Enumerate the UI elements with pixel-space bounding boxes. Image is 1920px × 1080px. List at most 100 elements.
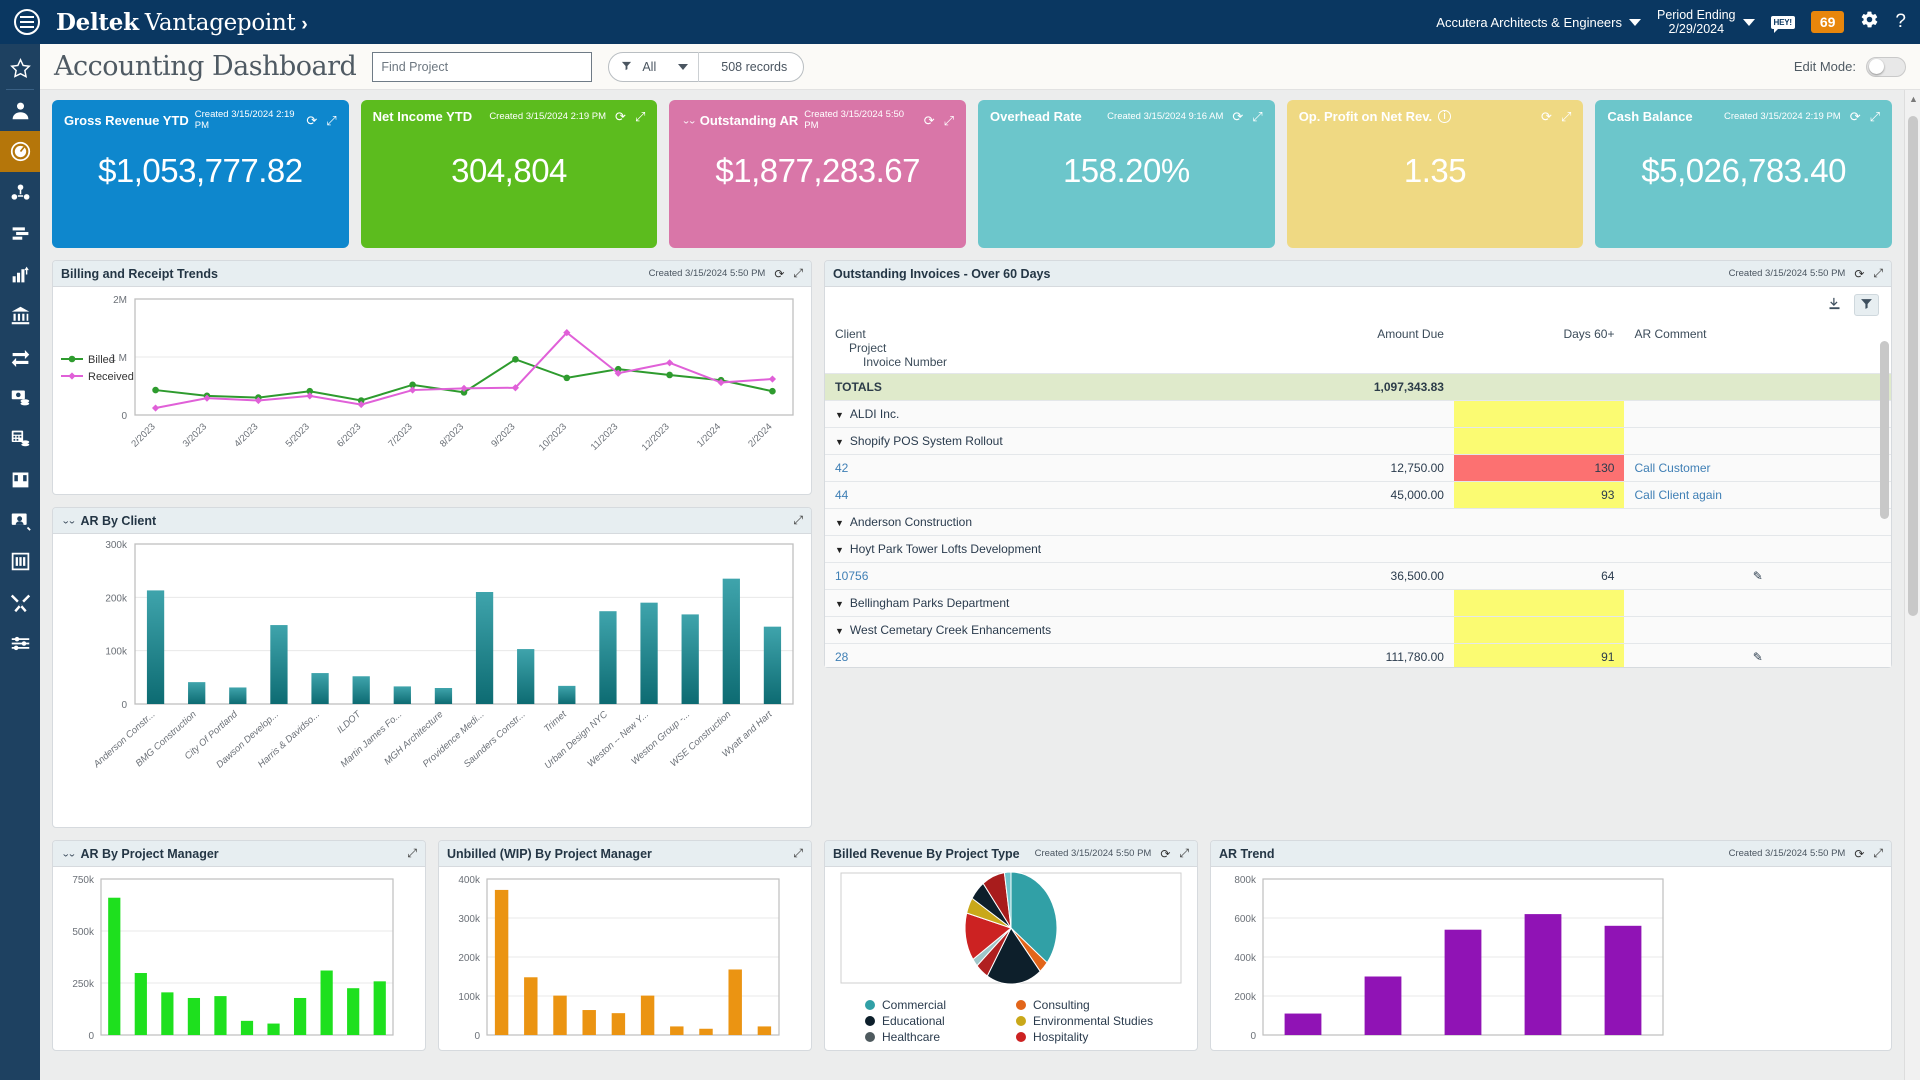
expand-icon[interactable]: ⤢ <box>793 266 803 281</box>
refresh-icon[interactable]: ⟳ <box>615 110 626 123</box>
scroll-up-arrow[interactable]: ▲ <box>1909 94 1918 104</box>
table-row[interactable]: 10756 36,500.00 64 ✎ <box>825 563 1891 590</box>
kpi-card-cash-balance[interactable]: Cash Balance Created 3/15/2024 2:19 PM ⟳… <box>1595 100 1892 248</box>
menu-hamburger-icon[interactable] <box>14 9 40 35</box>
table-row[interactable]: ▼Hoyt Park Tower Lofts Development <box>825 536 1891 563</box>
table-row[interactable]: 42 12,750.00 130 Call Customer <box>825 455 1891 482</box>
refresh-icon[interactable]: ⟳ <box>1854 847 1864 861</box>
collapse-icon[interactable]: ⌄⌄ <box>681 115 693 125</box>
chart-billed-revenue-pie[interactable]: Commercial Consulting Educational Enviro… <box>825 867 1197 1044</box>
kpi-card-net-income-ytd[interactable]: Net Income YTD Created 3/15/2024 2:19 PM… <box>361 100 658 248</box>
invoice-number-link[interactable]: 42 <box>835 461 848 475</box>
legend-item[interactable]: Healthcare <box>865 1030 1006 1044</box>
table-row[interactable]: 44 45,000.00 93 Call Client again <box>825 482 1891 509</box>
sidebar-item-accounting[interactable] <box>0 295 40 336</box>
sidebar-item-planning[interactable] <box>0 541 40 582</box>
kpi-card-gross-revenue-ytd[interactable]: Gross Revenue YTD Created 3/15/2024 2:19… <box>52 100 349 248</box>
ar-comment-link[interactable]: Call Client again <box>1634 488 1721 502</box>
expander-triangle-icon[interactable]: ▼ <box>835 518 844 528</box>
column-header-ar-comment[interactable]: AR Comment <box>1624 323 1891 374</box>
sidebar-item-utilities[interactable] <box>0 582 40 623</box>
expand-icon[interactable]: ⤢ <box>326 114 336 127</box>
row-comment-cell[interactable]: Call Customer <box>1624 455 1891 482</box>
expand-icon[interactable]: ⤢ <box>1561 110 1571 123</box>
brand-logo[interactable]: Deltek Vantagepoint › <box>56 9 307 36</box>
refresh-icon[interactable]: ⟳ <box>1232 110 1243 123</box>
edit-comment-icon[interactable]: ✎ <box>1634 650 1881 664</box>
row-client-cell[interactable]: ▼Bellingham Parks Department <box>825 590 1230 617</box>
chart-unbilled-wip[interactable]: 0100k200k300k400k <box>439 867 811 1050</box>
expand-icon[interactable]: ⤢ <box>1870 110 1880 123</box>
kpi-card-overhead-rate[interactable]: Overhead Rate Created 3/15/2024 9:16 AM … <box>978 100 1275 248</box>
invoice-number-link[interactable]: 28 <box>835 650 848 664</box>
table-row[interactable]: ▼Anderson Construction <box>825 509 1891 536</box>
legend-item[interactable]: Environmental Studies <box>1016 1014 1157 1028</box>
refresh-icon[interactable]: ⟳ <box>306 114 317 127</box>
expand-icon[interactable]: ⤢ <box>1873 846 1883 861</box>
kpi-card-outstanding-ar[interactable]: ⌄⌄ Outstanding AR Created 3/15/2024 5:50… <box>669 100 966 248</box>
expand-icon[interactable]: ⤢ <box>793 513 803 528</box>
table-row[interactable]: 28 111,780.00 91 ✎ <box>825 644 1891 668</box>
expand-icon[interactable]: ⤢ <box>1179 846 1189 861</box>
row-comment-cell[interactable]: Call Client again <box>1624 482 1891 509</box>
expand-icon[interactable]: ⤢ <box>944 114 954 127</box>
expander-triangle-icon[interactable]: ▼ <box>835 545 844 555</box>
column-header-client[interactable]: Client Project Invoice Number <box>825 323 1230 374</box>
sidebar-item-settings[interactable] <box>0 623 40 664</box>
expand-icon[interactable]: ⤢ <box>407 846 417 861</box>
edit-comment-icon[interactable]: ✎ <box>1634 569 1881 583</box>
column-header-amount-due[interactable]: Amount Due <box>1230 323 1454 374</box>
sidebar-item-dashboards[interactable] <box>0 131 40 172</box>
legend-item[interactable]: Educational <box>865 1014 1006 1028</box>
sidebar-item-hubs[interactable] <box>0 172 40 213</box>
expander-triangle-icon[interactable]: ▼ <box>835 626 844 636</box>
row-client-cell[interactable]: 10756 <box>825 563 1230 590</box>
row-client-cell[interactable]: ▼Shopify POS System Rollout <box>825 428 1230 455</box>
table-row[interactable]: ▼Bellingham Parks Department <box>825 590 1891 617</box>
sidebar-item-favorites[interactable] <box>0 48 40 89</box>
table-row[interactable]: ▼Shopify POS System Rollout <box>825 428 1891 455</box>
chart-ar-trend[interactable]: 0200k400k600k800k <box>1211 867 1891 1050</box>
chart-ar-by-project-manager[interactable]: 0250k500k750k <box>53 867 425 1050</box>
row-comment-cell[interactable] <box>1624 617 1891 644</box>
sidebar-item-cash-management[interactable] <box>0 418 40 459</box>
row-client-cell[interactable]: 44 <box>825 482 1230 509</box>
expand-icon[interactable]: ⤢ <box>635 110 645 123</box>
row-comment-cell[interactable] <box>1624 428 1891 455</box>
legend-item[interactable]: Consulting <box>1016 998 1157 1012</box>
refresh-icon[interactable]: ⟳ <box>774 267 784 281</box>
invoice-number-link[interactable]: 44 <box>835 488 848 502</box>
hey-tooltip-badge[interactable]: HEY! <box>1771 16 1795 29</box>
find-project-input[interactable] <box>372 52 592 82</box>
table-row[interactable]: TOTALS 1,097,343.83 <box>825 374 1891 401</box>
notification-count-badge[interactable]: 69 <box>1811 11 1845 33</box>
collapse-icon[interactable]: ⌄⌄ <box>61 848 73 858</box>
refresh-icon[interactable]: ⟳ <box>1541 110 1552 123</box>
column-header-days-60[interactable]: Days 60+ <box>1454 323 1625 374</box>
refresh-icon[interactable]: ⟳ <box>924 114 935 127</box>
info-icon[interactable]: i <box>1438 110 1451 123</box>
legend-item[interactable]: Commercial <box>865 998 1006 1012</box>
table-row[interactable]: ▼West Cemetary Creek Enhancements <box>825 617 1891 644</box>
tenant-selector[interactable]: Accutera Architects & Engineers <box>1436 15 1641 30</box>
sidebar-item-crm[interactable] <box>0 500 40 541</box>
page-scrollbar[interactable]: ▲ <box>1904 90 1920 1080</box>
row-client-cell[interactable]: 28 <box>825 644 1230 668</box>
refresh-icon[interactable]: ⟳ <box>1854 267 1864 281</box>
sidebar-item-resource-management[interactable] <box>0 213 40 254</box>
sidebar-item-general-ledger[interactable] <box>0 459 40 500</box>
sidebar-item-reporting[interactable] <box>0 254 40 295</box>
expand-icon[interactable]: ⤢ <box>793 846 803 861</box>
sidebar-item-billing[interactable] <box>0 377 40 418</box>
download-icon[interactable] <box>1827 296 1842 314</box>
row-client-cell[interactable]: ▼West Cemetary Creek Enhancements <box>825 617 1230 644</box>
row-comment-cell[interactable]: ✎ <box>1624 644 1891 668</box>
filter-dropdown[interactable]: All 508 records <box>608 52 804 82</box>
legend-item[interactable]: Hospitality <box>1016 1030 1157 1044</box>
row-client-cell[interactable]: ▼Hoyt Park Tower Lofts Development <box>825 536 1230 563</box>
refresh-icon[interactable]: ⟳ <box>1160 847 1170 861</box>
help-icon[interactable]: ? <box>1895 11 1906 33</box>
period-ending-selector[interactable]: Period Ending 2/29/2024 <box>1657 8 1755 37</box>
expand-icon[interactable]: ⤢ <box>1873 266 1883 281</box>
table-row[interactable]: ▼ALDI Inc. <box>825 401 1891 428</box>
